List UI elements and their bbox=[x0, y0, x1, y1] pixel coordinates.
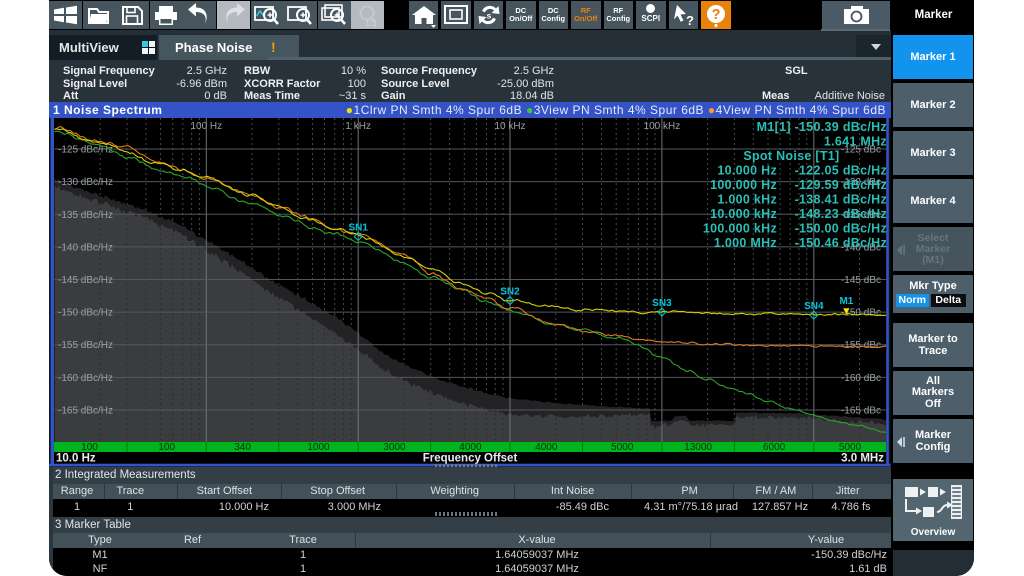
svg-text:-155 dBc/Hz: -155 dBc/Hz bbox=[58, 340, 113, 351]
svg-text:4000: 4000 bbox=[459, 442, 482, 453]
svg-text:10.0 Hz: 10.0 Hz bbox=[56, 453, 96, 465]
svg-text:3000: 3000 bbox=[383, 442, 406, 453]
svg-text:1:1: 1:1 bbox=[366, 19, 378, 28]
svg-text:-150.00 dBc/Hz: -150.00 dBc/Hz bbox=[795, 222, 887, 236]
svg-text:-135 dBc/Hz: -135 dBc/Hz bbox=[58, 210, 113, 221]
svg-text:340: 340 bbox=[234, 442, 251, 453]
svg-text:-145 dBc/Hz: -145 dBc/Hz bbox=[58, 275, 113, 286]
svg-text:?: ? bbox=[686, 13, 694, 28]
svg-text:5000: 5000 bbox=[611, 442, 634, 453]
svg-text:-155 dBc: -155 dBc bbox=[841, 340, 881, 351]
svg-text:10 kHz: 10 kHz bbox=[494, 121, 525, 132]
svg-text:1 kHz: 1 kHz bbox=[345, 121, 371, 132]
svg-text:100.000 kHz: 100.000 kHz bbox=[703, 222, 777, 236]
svg-text:1.641 MHz: 1.641 MHz bbox=[824, 135, 887, 149]
svg-text:6000: 6000 bbox=[763, 442, 786, 453]
svg-text:-140 dBc/Hz: -140 dBc/Hz bbox=[58, 242, 113, 253]
svg-text:-129.59 dBc/Hz: -129.59 dBc/Hz bbox=[795, 178, 887, 192]
svg-text:-160 dBc/Hz: -160 dBc/Hz bbox=[58, 373, 113, 384]
svg-text:10.000 kHz: 10.000 kHz bbox=[710, 207, 777, 221]
svg-text:-160 dBc: -160 dBc bbox=[841, 373, 881, 384]
svg-text:100: 100 bbox=[81, 442, 98, 453]
svg-text:100.000 Hz: 100.000 Hz bbox=[710, 178, 777, 192]
svg-text:-145 dBc: -145 dBc bbox=[841, 275, 881, 286]
svg-text:-122.05 dBc/Hz: -122.05 dBc/Hz bbox=[795, 164, 887, 178]
svg-text:-150.46 dBc/Hz: -150.46 dBc/Hz bbox=[795, 236, 887, 250]
svg-text:13000: 13000 bbox=[684, 442, 712, 453]
svg-text:M1: M1 bbox=[839, 296, 853, 307]
svg-text:?: ? bbox=[712, 7, 721, 23]
svg-text:4000: 4000 bbox=[535, 442, 558, 453]
svg-text:100: 100 bbox=[158, 442, 175, 453]
svg-text:SN2: SN2 bbox=[500, 287, 520, 298]
svg-text:-165 dBc: -165 dBc bbox=[841, 406, 881, 417]
svg-text:SN3: SN3 bbox=[652, 298, 672, 309]
svg-text:-150 dBc/Hz: -150 dBc/Hz bbox=[58, 308, 113, 319]
svg-text:5000: 5000 bbox=[839, 442, 862, 453]
svg-text:SN1: SN1 bbox=[348, 223, 368, 234]
svg-text:1000: 1000 bbox=[307, 442, 330, 453]
svg-text:M1[1] -150.39 dBc/Hz: M1[1] -150.39 dBc/Hz bbox=[757, 120, 887, 134]
svg-text:100 kHz: 100 kHz bbox=[644, 121, 681, 132]
svg-text:1.000 MHz: 1.000 MHz bbox=[714, 236, 777, 250]
svg-text:s: s bbox=[486, 11, 491, 21]
svg-text:10.000 Hz: 10.000 Hz bbox=[717, 164, 777, 178]
svg-text:-138.41 dBc/Hz: -138.41 dBc/Hz bbox=[795, 193, 887, 207]
svg-text:SN4: SN4 bbox=[804, 301, 824, 312]
svg-text:1.000 kHz: 1.000 kHz bbox=[717, 193, 777, 207]
svg-text:-165 dBc/Hz: -165 dBc/Hz bbox=[58, 406, 113, 417]
svg-text:3.0 MHz: 3.0 MHz bbox=[841, 453, 884, 465]
svg-text:100 Hz: 100 Hz bbox=[190, 121, 222, 132]
svg-text:-148.23 dBc/Hz: -148.23 dBc/Hz bbox=[795, 207, 887, 221]
svg-text:Spot Noise [T1]: Spot Noise [T1] bbox=[743, 149, 839, 163]
svg-text:-130 dBc/Hz: -130 dBc/Hz bbox=[58, 177, 113, 188]
